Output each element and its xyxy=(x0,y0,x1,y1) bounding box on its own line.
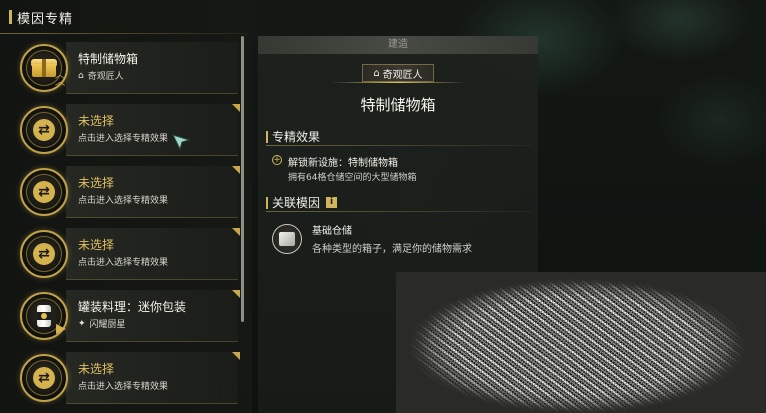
specialization-item[interactable]: ⇄ 未选择 点击进入选择专精效果 xyxy=(0,346,240,408)
obscured-region xyxy=(396,272,766,413)
related-section-title: 关联模因 xyxy=(272,196,321,210)
section-accent-bar xyxy=(266,196,268,209)
corner-marker xyxy=(232,104,240,112)
meme-specialization-panel: 模因专精 ︿ ︿ 特制储物箱 ⌂ 奇观匠人 ⇄ 未选择 点击进入选择专精效果 ⇄… xyxy=(0,0,252,413)
effect-description: 拥有64格仓储空间的大型储物箱 xyxy=(288,173,417,183)
item-title: 未选择 xyxy=(78,362,115,376)
item-icon-frame: ⇄ xyxy=(20,168,68,216)
item-subtitle: 点击进入选择专精效果 xyxy=(78,258,169,268)
info-icon[interactable]: i xyxy=(326,197,338,208)
item-title: 未选择 xyxy=(78,114,115,128)
section-divider xyxy=(266,211,532,212)
specialization-item[interactable]: ︿ ︿ 特制储物箱 ⌂ 奇观匠人 xyxy=(0,36,240,98)
specialization-list: ︿ ︿ 特制储物箱 ⌂ 奇观匠人 ⇄ 未选择 点击进入选择专精效果 ⇄ 未选择 … xyxy=(0,36,240,408)
corner-marker xyxy=(232,166,240,174)
title-divider xyxy=(0,33,248,34)
swap-icon: ⇄ xyxy=(33,181,55,203)
related-meme-entry[interactable]: 基础仓储 各种类型的箱子，满足你的储物需求 xyxy=(272,222,472,255)
specialization-item[interactable]: 罐装料理：迷你包装 ✦ 闪耀厨星 xyxy=(0,284,240,346)
section-accent-bar xyxy=(266,130,268,143)
corner-marker xyxy=(232,352,240,360)
item-icon-frame xyxy=(20,292,68,340)
owner-tag: ⌂ 奇观匠人 xyxy=(362,64,434,82)
related-section-header: 关联模因 i xyxy=(266,194,338,211)
rank-chevron-icon: ︿ ︿ xyxy=(55,70,65,88)
item-icon-frame: ⇄ xyxy=(20,230,68,278)
item-icon-frame: ⇄ xyxy=(20,354,68,402)
swap-icon: ⇄ xyxy=(33,367,55,389)
effect-section-title: 专精效果 xyxy=(272,130,321,144)
corner-marker xyxy=(232,228,240,236)
item-subtitle: 点击进入选择专精效果 xyxy=(78,196,169,206)
item-icon-frame: ⇄ xyxy=(20,106,68,154)
mouse-cursor-icon xyxy=(172,134,190,150)
item-title: 特制储物箱 xyxy=(78,52,139,66)
effect-main-text: 解锁新设施：特制储物箱 xyxy=(288,158,398,169)
item-title: 未选择 xyxy=(78,238,115,252)
category-label: 建造 xyxy=(258,36,538,54)
owner-tag-label: 奇观匠人 xyxy=(382,69,423,81)
specialization-item[interactable]: ⇄ 未选择 点击进入选择专精效果 xyxy=(0,222,240,284)
detail-title: 特制储物箱 xyxy=(360,96,436,114)
home-icon: ⌂ xyxy=(78,70,84,81)
item-subtitle: 闪耀厨星 xyxy=(89,320,126,330)
specialization-item[interactable]: ⇄ 未选择 点击进入选择专精效果 xyxy=(0,160,240,222)
plus-icon: + xyxy=(272,155,282,165)
section-divider xyxy=(266,145,532,146)
storage-crate-icon xyxy=(272,223,302,254)
effect-section-header: 专精效果 xyxy=(266,128,320,145)
effect-entry: + 解锁新设施：特制储物箱 xyxy=(272,154,398,169)
item-subtitle: 点击进入选择专精效果 xyxy=(78,134,169,144)
panel-header: 模因专精 xyxy=(0,6,250,28)
list-scrollbar[interactable] xyxy=(241,36,244,322)
item-subtitle: 奇观匠人 xyxy=(87,72,124,82)
title-accent-bar xyxy=(9,10,12,24)
related-meme-name: 基础仓储 xyxy=(312,226,352,237)
swap-icon: ⇄ xyxy=(33,119,55,141)
item-title: 未选择 xyxy=(78,176,115,190)
title-glow-divider xyxy=(330,82,466,83)
canned-food-icon xyxy=(35,303,53,329)
corner-marker xyxy=(232,290,240,298)
swap-icon: ⇄ xyxy=(33,243,55,265)
panel-title: 模因专精 xyxy=(17,11,74,27)
related-meme-description: 各种类型的箱子，满足你的储物需求 xyxy=(312,244,472,255)
specialization-item[interactable]: ⇄ 未选择 点击进入选择专精效果 xyxy=(0,98,240,160)
game-screen: 模因专精 ︿ ︿ 特制储物箱 ⌂ 奇观匠人 ⇄ 未选择 点击进入选择专精效果 ⇄… xyxy=(0,0,766,413)
item-title: 罐装料理：迷你包装 xyxy=(78,300,187,314)
item-subtitle: 点击进入选择专精效果 xyxy=(78,382,169,392)
star-wing-icon: ✦ xyxy=(78,318,86,329)
home-icon: ⌂ xyxy=(373,67,380,79)
